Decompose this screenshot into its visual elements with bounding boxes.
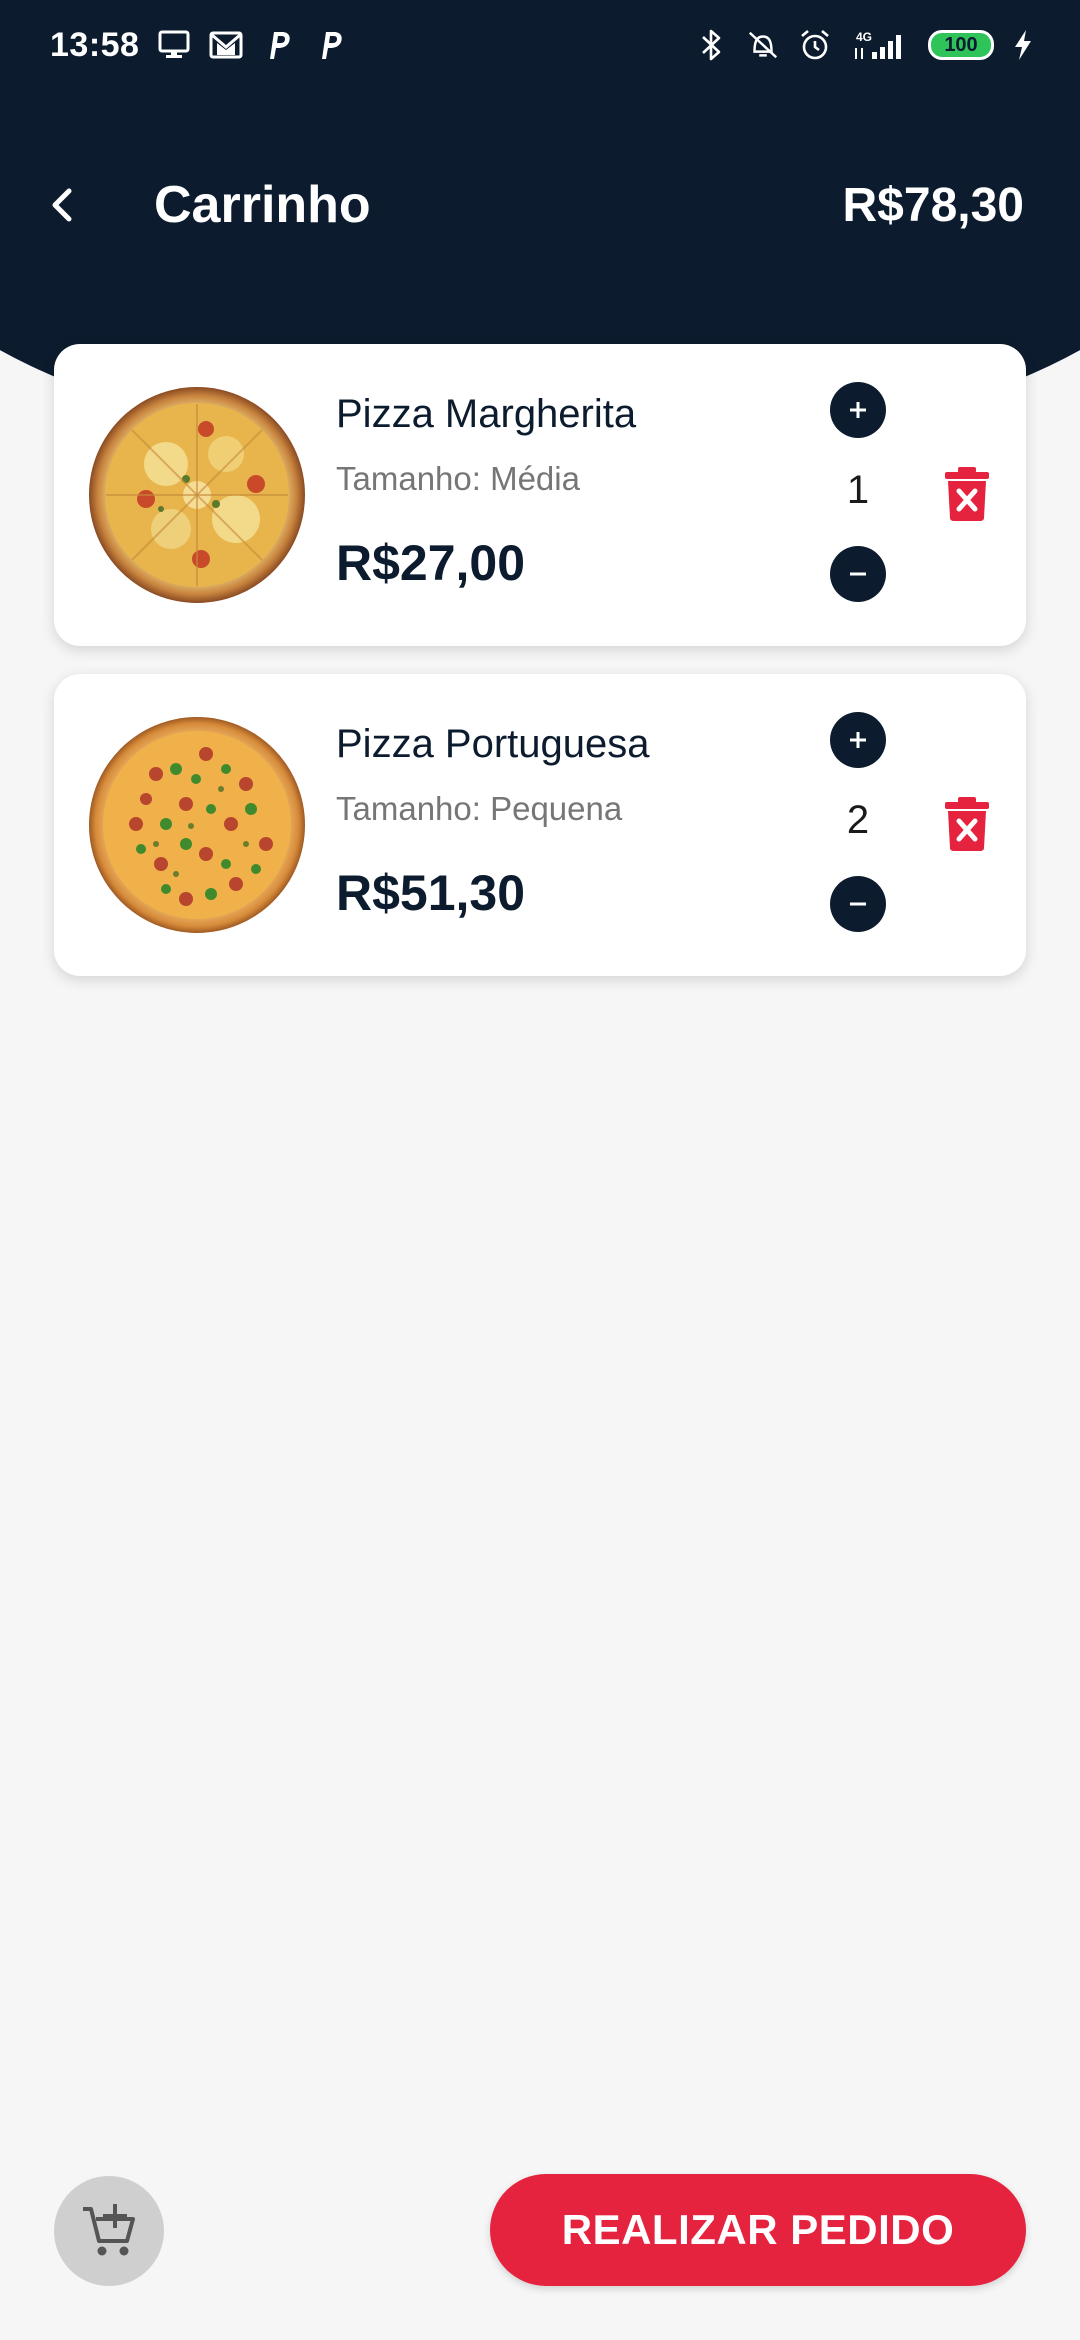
vibrate-off-icon <box>746 28 780 62</box>
app-bar: Carrinho R$78,30 <box>0 150 1080 260</box>
charging-icon <box>1012 28 1034 62</box>
decrease-quantity-button[interactable] <box>830 546 886 602</box>
decrease-quantity-button[interactable] <box>830 876 886 932</box>
trash-icon <box>945 797 989 851</box>
plus-icon <box>850 732 866 748</box>
page-title: Carrinho <box>154 176 371 234</box>
back-button[interactable] <box>40 175 84 235</box>
item-price: R$27,00 <box>336 535 526 591</box>
gmail-icon <box>209 28 243 62</box>
minus-icon <box>850 572 866 576</box>
quantity-value: 1 <box>846 468 870 512</box>
signal-4g-icon: 4G <box>850 28 910 62</box>
minus-icon <box>850 902 866 906</box>
item-price: R$51,30 <box>336 865 526 921</box>
chevron-left-icon <box>52 188 72 222</box>
quantity-value: 2 <box>846 798 870 842</box>
status-bar: 13:58 4G 100 <box>0 0 1080 90</box>
alarm-icon <box>798 28 832 62</box>
add-to-cart-icon <box>83 2204 135 2256</box>
plus-icon <box>850 402 866 418</box>
delete-item-button[interactable] <box>944 466 990 522</box>
place-order-button[interactable]: REALIZAR PEDIDO <box>490 2174 1026 2286</box>
cart-item: Pizza Portuguesa Tamanho: Pequena R$51,3… <box>54 674 1026 976</box>
pizza-margherita-image <box>89 387 305 603</box>
item-size: Tamanho: Pequena <box>336 790 623 827</box>
status-right: 4G 100 <box>694 28 1034 62</box>
status-time: 13:58 <box>50 25 140 64</box>
battery-icon: 100 <box>928 30 994 60</box>
cart-item: Pizza Margherita Tamanho: Média R$27,00 … <box>54 344 1026 646</box>
p-icon <box>261 28 295 62</box>
item-name: Pizza Portuguesa <box>336 722 650 766</box>
trash-icon <box>945 467 989 521</box>
add-more-items-button[interactable] <box>54 2176 164 2286</box>
increase-quantity-button[interactable] <box>830 382 886 438</box>
cart-total: R$78,30 <box>842 178 1024 232</box>
status-left: 13:58 <box>50 26 347 65</box>
increase-quantity-button[interactable] <box>830 712 886 768</box>
delete-item-button[interactable] <box>944 796 990 852</box>
bluetooth-icon <box>694 28 728 62</box>
monitor-icon <box>157 28 191 62</box>
pizza-portuguesa-image <box>89 717 305 933</box>
p-icon <box>313 28 347 62</box>
item-size: Tamanho: Média <box>336 460 580 497</box>
svg-text:4G: 4G <box>856 30 872 44</box>
item-name: Pizza Margherita <box>336 392 637 436</box>
cart-screen: 13:58 4G 100 Carrinho R$78,30 Pizza Marg… <box>0 0 1080 2340</box>
